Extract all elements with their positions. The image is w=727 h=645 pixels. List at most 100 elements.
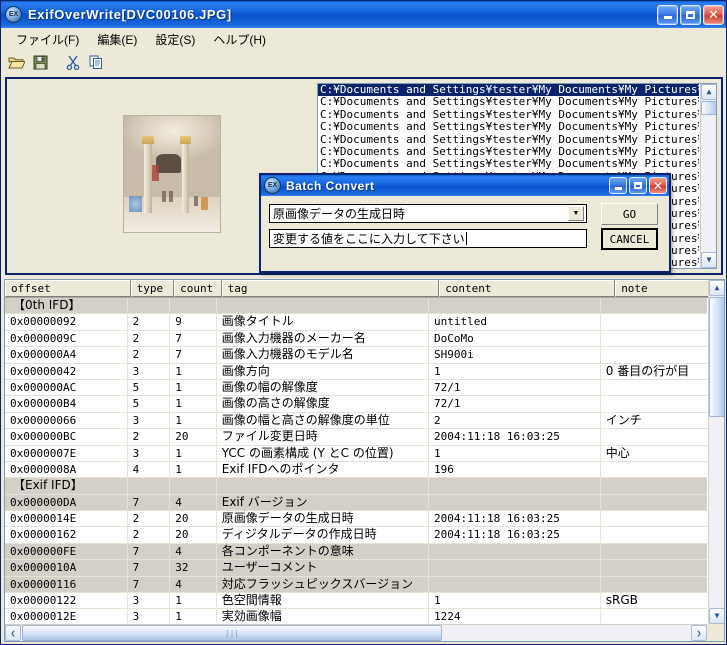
cell-offset: 0x000000B4 — [5, 396, 128, 412]
table-section-row[interactable]: 【Exif IFD】 — [5, 478, 707, 495]
column-header-tag[interactable]: tag — [221, 280, 440, 297]
cancel-button[interactable]: CANCEL — [601, 228, 658, 250]
table-row[interactable]: 0x00000042 3 1 画像方向 1 0 番目の行が目 — [5, 363, 707, 380]
table-row[interactable]: 0x000000A4 2 7 画像入力機器のモデル名 SH900i — [5, 347, 707, 364]
path-scroll-down-arrow[interactable]: ▼ — [701, 252, 716, 268]
go-button[interactable]: GO — [601, 203, 658, 225]
cut-scissors-icon[interactable] — [61, 51, 84, 74]
cell-count — [170, 298, 217, 314]
file-path-item[interactable]: C:¥Documents and Settings¥tester¥My Docu… — [318, 84, 699, 97]
cell-count: 1 — [170, 396, 217, 412]
menu-file[interactable]: ファイル(F) — [7, 29, 88, 50]
table-row[interactable]: 0x000000B4 5 1 画像の高さの解像度 72/1 — [5, 396, 707, 413]
image-preview — [112, 113, 232, 235]
dialog-close-button[interactable]: ✕ — [649, 177, 667, 194]
table-header-row: offset type count tag content note — [5, 280, 724, 298]
table-row[interactable]: 0x00000066 3 1 画像の幅と高さの解像度の単位 2 インチ — [5, 412, 707, 430]
menu-help[interactable]: ヘルプ(H) — [204, 29, 275, 50]
cell-content — [429, 494, 601, 511]
cell-tag: 画像入力機器のモデル名 — [217, 347, 429, 363]
column-header-content[interactable]: content — [439, 280, 616, 297]
table-row[interactable]: 0x00000122 3 1 色空間情報 1 sRGB — [5, 593, 707, 610]
table-row[interactable]: 0x0000010A 7 32 ユーザーコメント — [5, 560, 707, 577]
table-section-row[interactable]: 【0th IFD】 — [5, 298, 707, 315]
new-value-input[interactable]: 変更する値をここに入力して下さい — [269, 229, 587, 248]
cell-offset: 0x0000014E — [5, 511, 128, 527]
table-row[interactable]: 0x0000009C 2 7 画像入力機器のメーカー名 DoCoMo — [5, 330, 707, 348]
table-scroll-up-arrow[interactable]: ▲ — [709, 280, 724, 296]
table-scroll-thumb[interactable] — [709, 297, 724, 417]
cell-offset: 0x00000116 — [5, 576, 128, 593]
table-scroll-right-arrow[interactable]: ❯ — [691, 625, 707, 641]
file-path-item[interactable]: C:¥Documents and Settings¥tester¥My Docu… — [318, 146, 699, 158]
dialog-minimize-button[interactable] — [609, 177, 627, 194]
cell-offset: 0x000000A4 — [5, 347, 128, 363]
cell-content: 2004:11:18 16:03:25 — [429, 511, 601, 527]
preview-orange-shape — [200, 197, 208, 210]
file-path-item[interactable]: C:¥Documents and Settings¥tester¥My Docu… — [318, 121, 699, 133]
table-row[interactable]: 0x0000007E 3 1 YCC の画素構成 (Y とC の位置) 1 中心 — [5, 445, 707, 462]
table-horizontal-scrollbar[interactable]: ❮ ||| ❯ — [5, 624, 707, 641]
cell-count: 1 — [170, 461, 217, 478]
path-scroll-thumb[interactable] — [701, 101, 716, 115]
save-disk-icon[interactable] — [29, 51, 52, 74]
column-header-type[interactable]: type — [130, 280, 175, 297]
app-icon: EX — [5, 6, 22, 23]
table-row[interactable]: 0x0000012E 3 1 実効画像幅 1224 — [5, 609, 707, 623]
table-hscroll-thumb[interactable]: ||| — [22, 625, 442, 641]
table-row[interactable]: 0x00000116 7 4 対応フラッシュピックスバージョン — [5, 576, 707, 594]
dialog-title-bar: EX Batch Convert ✕ — [261, 175, 669, 196]
menu-edit[interactable]: 編集(E) — [88, 29, 146, 50]
cell-content — [429, 478, 601, 494]
table-row[interactable]: 0x000000BC 2 20 ファイル変更日時 2004:11:18 16:03:25 — [5, 429, 707, 446]
preview-column-left — [144, 136, 152, 214]
file-path-item[interactable]: C:¥Documents and Settings¥tester¥My Docu… — [318, 109, 699, 121]
minimize-button[interactable] — [657, 4, 678, 25]
table-row[interactable]: 0x0000014E 2 20 原画像データの生成日時 2004:11:18 16:03… — [5, 511, 707, 528]
cell-tag: 画像方向 — [217, 363, 429, 379]
cell-note — [601, 495, 707, 510]
file-path-item[interactable]: C:¥Documents and Settings¥tester¥My Docu… — [318, 96, 699, 108]
cell-note: sRGB — [605, 593, 638, 608]
copy-icon[interactable] — [85, 51, 108, 74]
cell-offset: 0x000000BC — [5, 429, 128, 445]
cell-type: 3 — [128, 593, 171, 609]
table-row[interactable]: 0x000000FE 7 4 各コンポーネントの意味 — [5, 543, 707, 561]
table-row[interactable]: 0x00000092 2 9 画像タイトル untitled — [5, 314, 707, 331]
table-row[interactable]: 0x000000DA 7 4 Exif バージョン — [5, 494, 707, 512]
open-folder-icon[interactable] — [5, 51, 28, 74]
cell-count: 1 — [170, 412, 217, 429]
cell-offset: 0x0000010A — [5, 560, 128, 576]
cell-content: 1 — [429, 363, 601, 379]
table-scroll-down-arrow[interactable]: ▼ — [709, 608, 724, 624]
chevron-down-icon[interactable]: ▼ — [568, 206, 584, 221]
preview-capital-left — [142, 135, 154, 144]
table-scroll-left-arrow[interactable]: ❮ — [5, 625, 21, 641]
tag-select-combo[interactable]: 原画像データの生成日時 ▼ — [269, 204, 587, 223]
cell-note — [601, 429, 707, 444]
path-list-vertical-scrollbar[interactable]: ▲ ▼ — [700, 84, 716, 268]
file-path-item[interactable]: C:¥Documents and Settings¥tester¥My Docu… — [318, 158, 699, 170]
cell-offset: 0x0000012E — [5, 609, 128, 623]
table-vertical-scrollbar[interactable]: ▲ ▼ — [708, 280, 724, 624]
dialog-maximize-button[interactable] — [629, 177, 647, 194]
table-row[interactable]: 0x0000008A 4 1 Exif IFDへのポインタ 196 — [5, 461, 707, 479]
table-row[interactable]: 0x000000AC 5 1 画像の幅の解像度 72/1 — [5, 379, 707, 397]
cell-tag: 色空間情報 — [217, 593, 429, 609]
column-header-offset[interactable]: offset — [5, 280, 131, 297]
dialog-icon: EX — [264, 177, 281, 194]
maximize-button[interactable] — [680, 4, 701, 25]
dialog-title: Batch Convert — [286, 178, 375, 193]
close-button[interactable]: ✕ — [703, 4, 724, 25]
cell-content: 1224 — [429, 609, 601, 623]
path-scroll-up-arrow[interactable]: ▲ — [701, 84, 716, 100]
preview-column-right — [181, 136, 190, 214]
cell-tag: ユーザーコメント — [217, 560, 429, 576]
table-row[interactable]: 0x00000162 2 20 ディジタルデータの作成日時 2004:11:18 16:… — [5, 527, 707, 544]
file-path-item[interactable]: C:¥Documents and Settings¥tester¥My Docu… — [318, 134, 699, 146]
save-disk-glyph — [33, 55, 48, 70]
column-header-count[interactable]: count — [174, 280, 222, 297]
toolbar — [1, 50, 726, 75]
cell-note — [601, 511, 707, 526]
menu-settings[interactable]: 設定(S) — [146, 29, 204, 50]
